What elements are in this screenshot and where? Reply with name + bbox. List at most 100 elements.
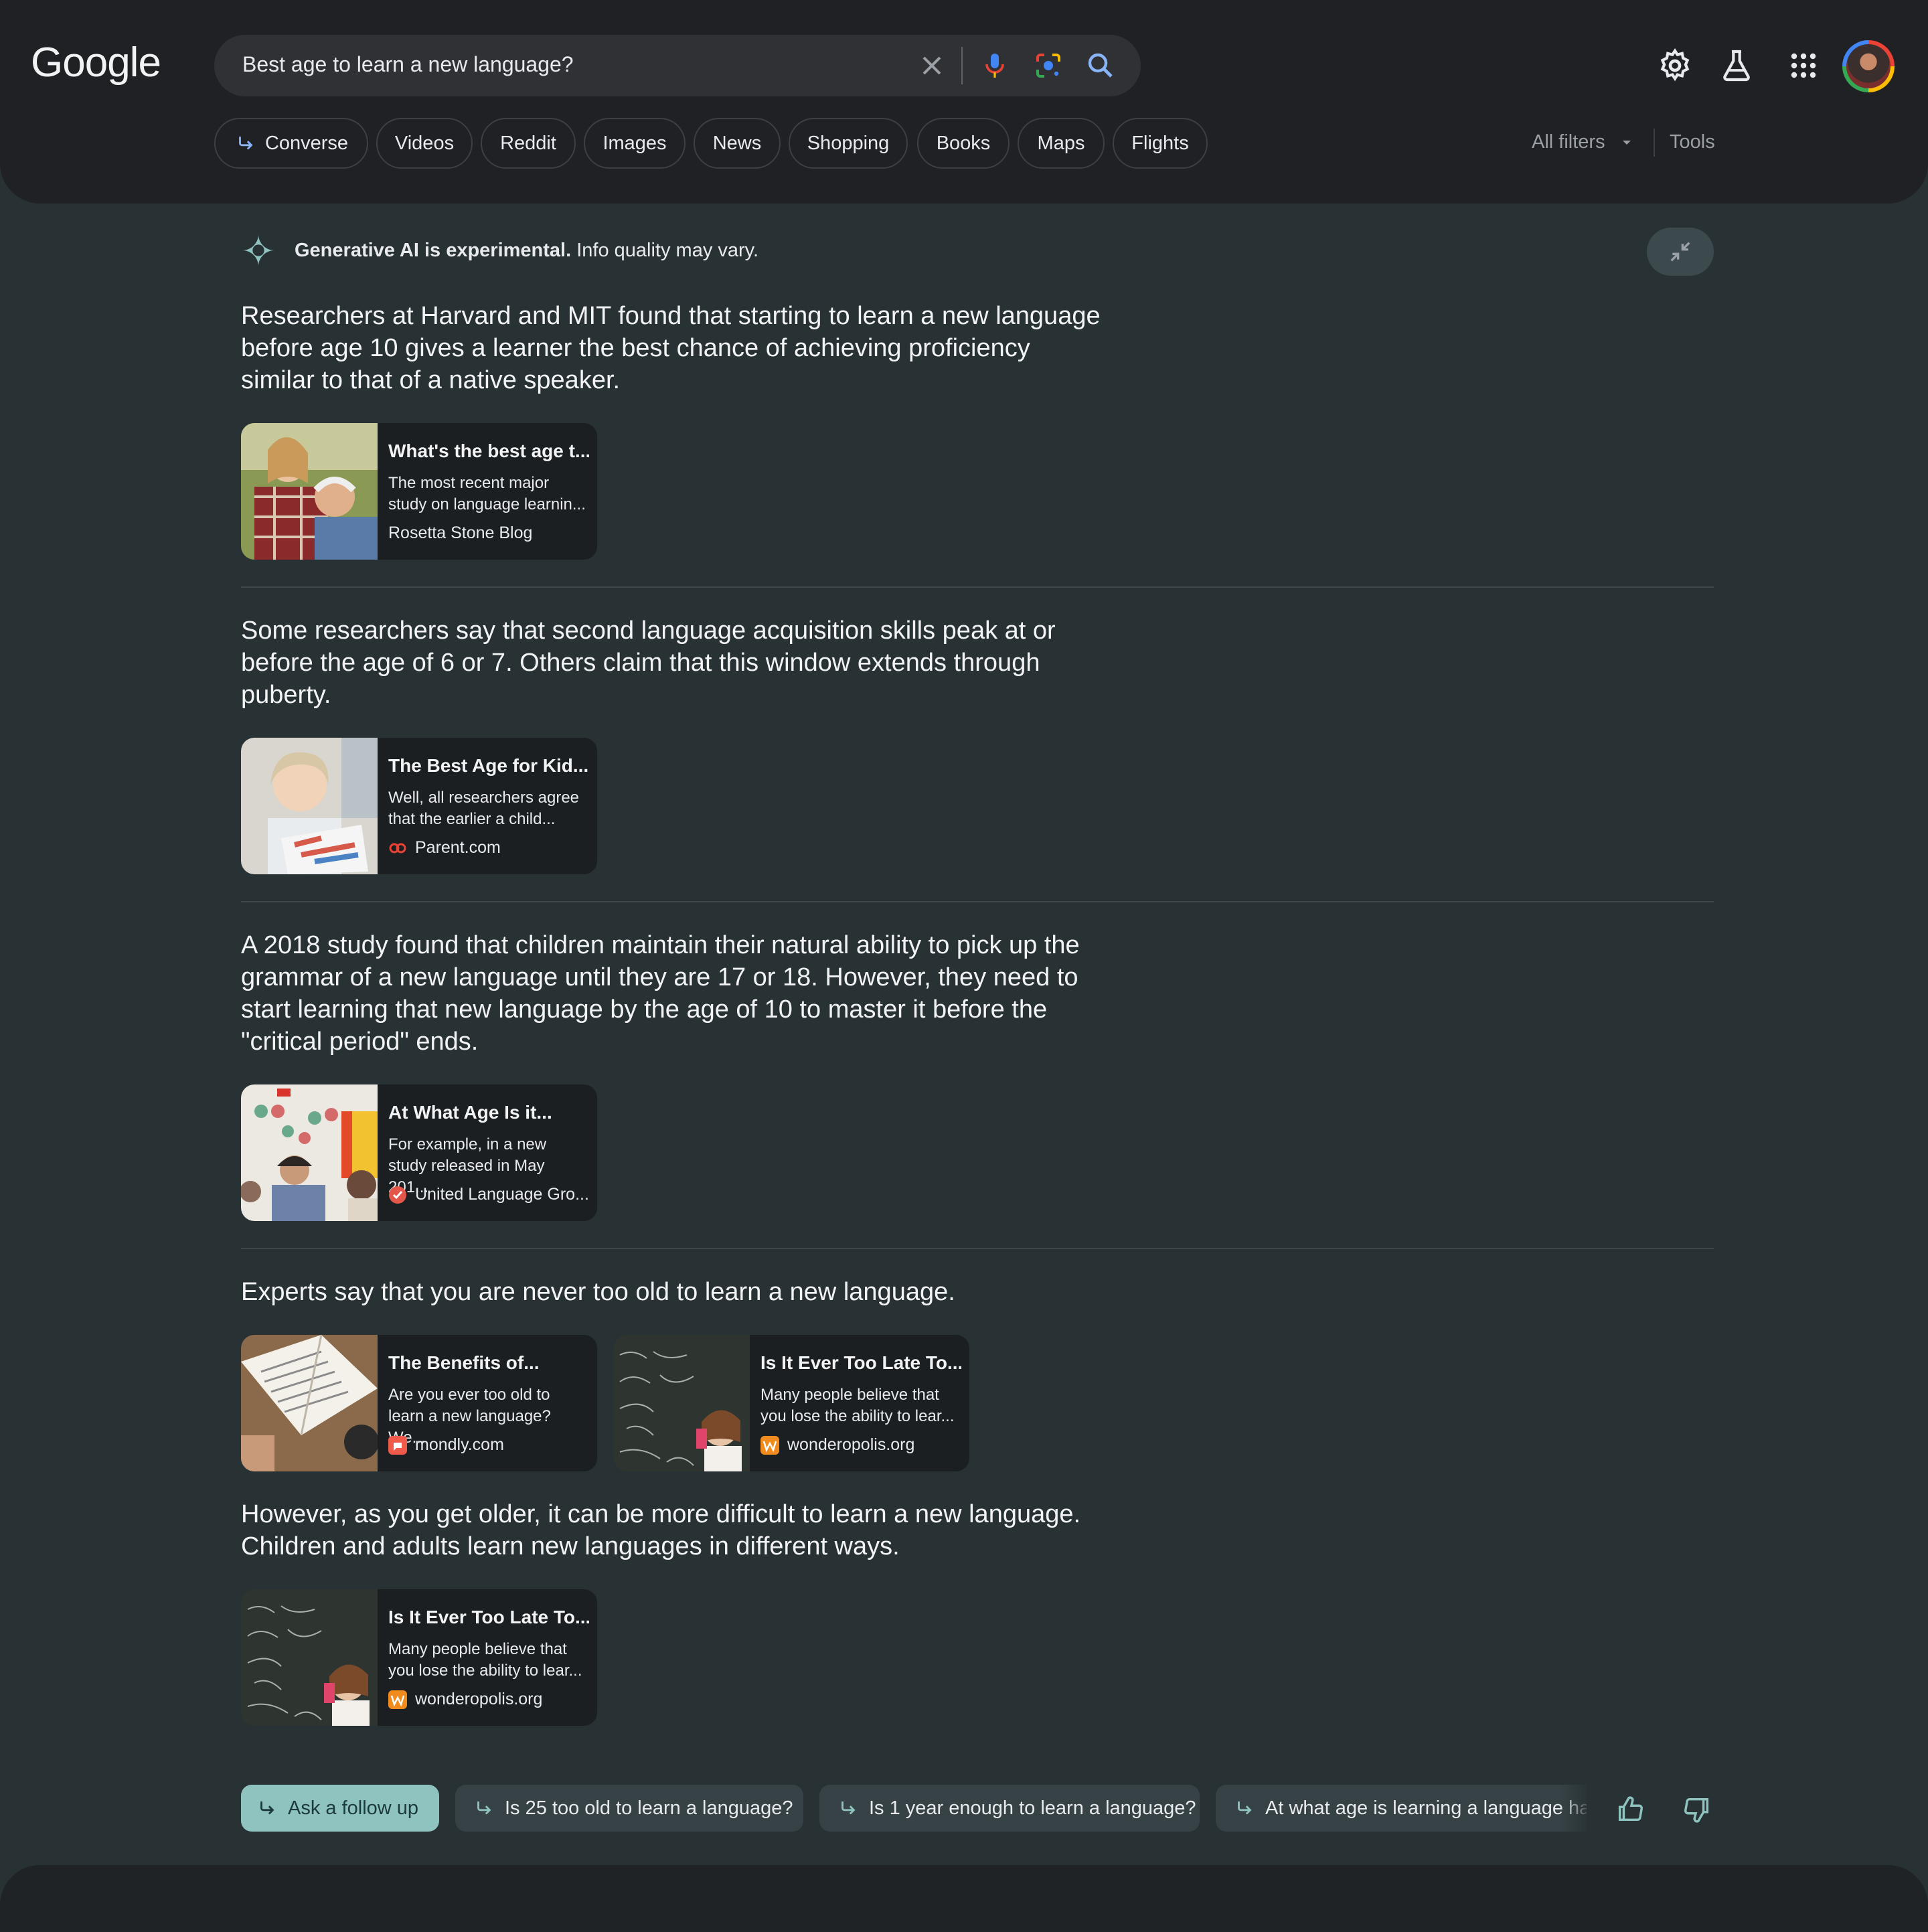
source-card[interactable]: At What Age Is it... For example, in a n… bbox=[241, 1084, 597, 1221]
tab-label: Maps bbox=[1037, 132, 1085, 154]
follow-up-suggestion[interactable]: At what age is learning a language har bbox=[1216, 1785, 1587, 1832]
tools-button[interactable]: Tools bbox=[1670, 131, 1715, 153]
ask-follow-up-button[interactable]: Ask a follow up bbox=[241, 1785, 439, 1832]
results-panel-edge bbox=[0, 1865, 1928, 1932]
card-source: wonderopolis.org bbox=[760, 1435, 914, 1455]
source-name: mondly.com bbox=[415, 1435, 504, 1454]
section-divider bbox=[241, 1248, 1714, 1249]
ai-paragraph: Researchers at Harvard and MIT found tha… bbox=[241, 302, 1101, 394]
search-header: Google Best age to learn a new language? bbox=[0, 0, 1928, 204]
card-description: The most recent major study on language … bbox=[388, 474, 586, 513]
section-divider bbox=[241, 901, 1714, 902]
card-thumbnail bbox=[613, 1335, 750, 1471]
tab-label: Books bbox=[936, 132, 991, 154]
card-title: What's the best age t... bbox=[388, 440, 589, 461]
thumbs-up-icon[interactable] bbox=[1615, 1794, 1645, 1825]
avatar-photo bbox=[1846, 44, 1891, 88]
suggestion-label: Is 25 too old to learn a language? bbox=[505, 1797, 793, 1819]
card-source: United Language Gro... bbox=[388, 1185, 589, 1204]
section-divider bbox=[241, 586, 1714, 588]
fade-overlay bbox=[1560, 1785, 1593, 1832]
clear-icon[interactable] bbox=[916, 50, 948, 82]
ai-overview-header: Generative AI is experimental. Info qual… bbox=[241, 233, 758, 269]
tab-flights[interactable]: Flights bbox=[1113, 118, 1208, 169]
tab-shopping[interactable]: Shopping bbox=[789, 118, 908, 169]
tab-news[interactable]: News bbox=[694, 118, 781, 169]
card-thumbnail bbox=[241, 738, 378, 874]
suggestion-label: Is 1 year enough to learn a language? bbox=[869, 1797, 1196, 1819]
notice-bold: Generative AI is experimental. bbox=[295, 240, 572, 261]
card-source: Rosetta Stone Blog bbox=[388, 524, 532, 543]
notice-rest: Info quality may vary. bbox=[571, 240, 759, 261]
card-description: Well, all researchers agree that the ear… bbox=[388, 789, 580, 828]
ai-paragraph: A 2018 study found that children maintai… bbox=[241, 931, 1080, 1056]
tab-books[interactable]: Books bbox=[917, 118, 1010, 169]
card-source: Parent.com bbox=[388, 838, 501, 858]
mondly-logo-icon bbox=[388, 1436, 407, 1455]
labs-flask-icon[interactable] bbox=[1718, 47, 1755, 84]
source-name: wonderopolis.org bbox=[787, 1435, 915, 1454]
ai-paragraph: Some researchers say that second languag… bbox=[241, 617, 1056, 709]
source-card[interactable]: Is It Ever Too Late To... Many people be… bbox=[613, 1335, 969, 1471]
parent-logo-icon bbox=[389, 843, 406, 854]
search-divider bbox=[961, 47, 963, 84]
card-title: Is It Ever Too Late To... bbox=[760, 1352, 961, 1373]
tab-images[interactable]: Images bbox=[584, 118, 686, 169]
card-thumbnail bbox=[241, 1335, 378, 1471]
filters-divider bbox=[1654, 129, 1655, 157]
tab-converse[interactable]: Converse bbox=[214, 118, 368, 169]
source-card[interactable]: Is It Ever Too Late To... Many people be… bbox=[241, 1589, 597, 1726]
thumbs-down-icon[interactable] bbox=[1682, 1794, 1712, 1825]
suggestion-label: At what age is learning a language har bbox=[1265, 1797, 1587, 1819]
card-title: Is It Ever Too Late To... bbox=[388, 1607, 589, 1627]
card-title: The Benefits of... bbox=[388, 1352, 540, 1373]
follow-arrow-icon bbox=[477, 1801, 491, 1815]
account-avatar[interactable] bbox=[1842, 40, 1895, 92]
card-description: Many people believe that you lose the ab… bbox=[760, 1386, 955, 1425]
tab-label: Flights bbox=[1131, 132, 1189, 154]
ulg-logo-icon bbox=[389, 1186, 406, 1204]
follow-up-suggestion[interactable]: Is 1 year enough to learn a language? bbox=[819, 1785, 1200, 1832]
card-title: The Best Age for Kid... bbox=[388, 755, 589, 776]
source-card[interactable]: What's the best age t... The most recent… bbox=[241, 423, 597, 560]
follow-arrow-icon bbox=[260, 1801, 274, 1815]
ai-paragraph: Experts say that you are never too old t… bbox=[241, 1278, 955, 1306]
tab-label: Reddit bbox=[500, 132, 556, 154]
search-icon[interactable] bbox=[1084, 50, 1117, 82]
source-name: wonderopolis.org bbox=[415, 1690, 543, 1708]
all-filters-dropdown[interactable]: All filters bbox=[1532, 131, 1635, 153]
source-name: Rosetta Stone Blog bbox=[388, 524, 533, 542]
google-logo[interactable]: Google bbox=[31, 39, 161, 86]
follow-arrow-icon bbox=[239, 137, 253, 150]
tab-label: News bbox=[712, 132, 762, 154]
source-card[interactable]: The Best Age for Kid... Well, all resear… bbox=[241, 738, 597, 874]
source-name: United Language Gro... bbox=[415, 1185, 589, 1204]
settings-gear-icon[interactable] bbox=[1656, 47, 1694, 84]
tab-videos[interactable]: Videos bbox=[376, 118, 473, 169]
ai-paragraph: However, as you get older, it can be mor… bbox=[241, 1500, 1081, 1560]
follow-arrow-icon bbox=[1238, 1801, 1252, 1815]
lens-icon[interactable] bbox=[1032, 50, 1064, 82]
card-description: Many people believe that you lose the ab… bbox=[388, 1640, 582, 1680]
wonderopolis-logo-icon bbox=[388, 1690, 407, 1710]
search-input[interactable]: Best age to learn a new language? bbox=[242, 52, 574, 77]
collapse-button[interactable] bbox=[1647, 228, 1714, 276]
all-filters-label: All filters bbox=[1532, 131, 1605, 153]
source-card[interactable]: The Benefits of... Are you ever too old … bbox=[241, 1335, 597, 1471]
ai-experimental-notice: Generative AI is experimental. Info qual… bbox=[295, 240, 758, 262]
caret-down-icon bbox=[1622, 141, 1631, 145]
wonderopolis-logo-icon bbox=[760, 1436, 779, 1455]
tab-label: Images bbox=[602, 132, 667, 154]
card-thumbnail bbox=[241, 1589, 378, 1726]
tab-maps[interactable]: Maps bbox=[1018, 118, 1105, 169]
source-name: Parent.com bbox=[415, 838, 501, 857]
follow-arrow-icon bbox=[841, 1801, 856, 1815]
tab-label: Videos bbox=[394, 132, 455, 154]
search-box[interactable]: Best age to learn a new language? bbox=[214, 35, 1141, 96]
gemini-sparkle-icon bbox=[242, 234, 274, 266]
microphone-icon[interactable] bbox=[979, 50, 1011, 82]
tab-reddit[interactable]: Reddit bbox=[481, 118, 576, 169]
follow-up-suggestion[interactable]: Is 25 too old to learn a language? bbox=[455, 1785, 803, 1832]
apps-grid-icon[interactable] bbox=[1785, 47, 1822, 84]
ask-follow-up-label: Ask a follow up bbox=[288, 1797, 419, 1819]
